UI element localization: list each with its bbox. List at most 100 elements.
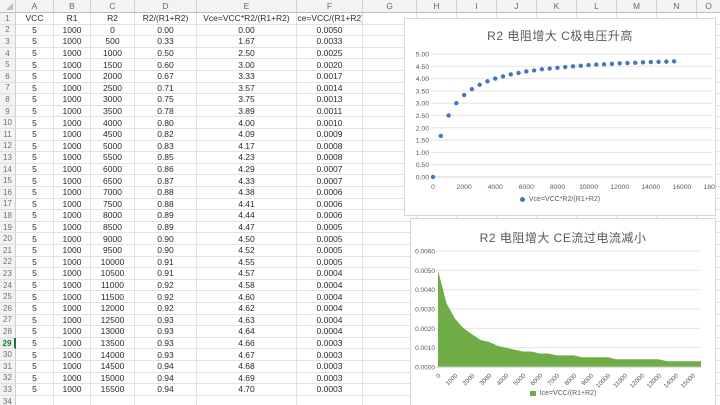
cell-F1[interactable]: Ice=VCC/(R1+R2) — [297, 13, 363, 25]
cell-B17[interactable]: 1000 — [54, 199, 91, 211]
cell-B23[interactable]: 1000 — [54, 268, 91, 280]
cell-C15[interactable]: 6500 — [91, 175, 135, 187]
row-header-2[interactable]: 2 — [0, 25, 16, 37]
cell-F13[interactable]: 0.0008 — [297, 152, 363, 164]
column-header-B[interactable]: B — [54, 0, 91, 13]
cell-E2[interactable]: 0.00 — [197, 25, 297, 37]
cell-D13[interactable]: 0.85 — [135, 152, 197, 164]
cell-B33[interactable]: 1000 — [54, 384, 91, 396]
cell-F24[interactable]: 0.0004 — [297, 280, 363, 292]
cell-B19[interactable]: 1000 — [54, 222, 91, 234]
cell-E21[interactable]: 4.52 — [197, 245, 297, 257]
cell-C17[interactable]: 7500 — [91, 199, 135, 211]
column-header-D[interactable]: D — [135, 0, 197, 13]
cell-C33[interactable]: 15500 — [91, 384, 135, 396]
column-header-K[interactable]: K — [537, 0, 577, 13]
cell-F16[interactable]: 0.0006 — [297, 187, 363, 199]
cell-E3[interactable]: 1.67 — [197, 36, 297, 48]
cell-D23[interactable]: 0.91 — [135, 268, 197, 280]
cell-F4[interactable]: 0.0025 — [297, 48, 363, 60]
cell-D8[interactable]: 0.75 — [135, 94, 197, 106]
column-header-I[interactable]: I — [457, 0, 497, 13]
cell-E18[interactable]: 4.44 — [197, 210, 297, 222]
cell-D34[interactable] — [135, 396, 197, 405]
cell-E24[interactable]: 4.58 — [197, 280, 297, 292]
row-header-12[interactable]: 12 — [0, 141, 16, 153]
cell-F11[interactable]: 0.0009 — [297, 129, 363, 141]
cell-F22[interactable]: 0.0005 — [297, 257, 363, 269]
cell-D22[interactable]: 0.91 — [135, 257, 197, 269]
cell-F8[interactable]: 0.0013 — [297, 94, 363, 106]
column-header-J[interactable]: J — [497, 0, 537, 13]
cell-C29[interactable]: 13500 — [91, 338, 135, 350]
cell-D10[interactable]: 0.80 — [135, 117, 197, 129]
cell-E6[interactable]: 3.33 — [197, 71, 297, 83]
cell-G22[interactable] — [363, 257, 417, 269]
cell-E28[interactable]: 4.64 — [197, 326, 297, 338]
cell-E34[interactable] — [197, 396, 297, 405]
cell-C14[interactable]: 6000 — [91, 164, 135, 176]
cell-G25[interactable] — [363, 291, 417, 303]
cell-D33[interactable]: 0.94 — [135, 384, 197, 396]
cell-G19[interactable] — [363, 222, 417, 234]
cell-D3[interactable]: 0.33 — [135, 36, 197, 48]
cell-F9[interactable]: 0.0011 — [297, 106, 363, 118]
cell-F28[interactable]: 0.0004 — [297, 326, 363, 338]
cell-G24[interactable] — [363, 280, 417, 292]
cell-C19[interactable]: 8500 — [91, 222, 135, 234]
cell-E31[interactable]: 4.68 — [197, 361, 297, 373]
row-header-5[interactable]: 5 — [0, 59, 16, 71]
column-header-F[interactable]: F — [297, 0, 363, 13]
cell-E25[interactable]: 4.60 — [197, 291, 297, 303]
cell-A2[interactable]: 5 — [16, 25, 54, 37]
cell-A6[interactable]: 5 — [16, 71, 54, 83]
cell-C23[interactable]: 10500 — [91, 268, 135, 280]
row-header-10[interactable]: 10 — [0, 117, 16, 129]
cell-D27[interactable]: 0.93 — [135, 315, 197, 327]
cell-D7[interactable]: 0.71 — [135, 83, 197, 95]
cell-B1[interactable]: R1 — [54, 13, 91, 25]
cell-G30[interactable] — [363, 349, 417, 361]
cell-B25[interactable]: 1000 — [54, 291, 91, 303]
cell-D24[interactable]: 0.92 — [135, 280, 197, 292]
cell-B34[interactable] — [54, 396, 91, 405]
row-header-25[interactable]: 25 — [0, 291, 16, 303]
cell-F34[interactable] — [297, 396, 363, 405]
cell-A4[interactable]: 5 — [16, 48, 54, 60]
cell-E30[interactable]: 4.67 — [197, 349, 297, 361]
row-header-26[interactable]: 26 — [0, 303, 16, 315]
cell-C34[interactable] — [91, 396, 135, 405]
row-header-1[interactable]: 1 — [0, 13, 16, 25]
cell-A22[interactable]: 5 — [16, 257, 54, 269]
row-header-11[interactable]: 11 — [0, 129, 16, 141]
cell-B12[interactable]: 1000 — [54, 141, 91, 153]
row-header-22[interactable]: 22 — [0, 257, 16, 269]
row-header-30[interactable]: 30 — [0, 349, 16, 361]
ice-area-chart[interactable]: R2 电阻增大 CE流过电流减小 0.00000.00100.00200.003… — [410, 218, 716, 405]
cell-F3[interactable]: 0.0033 — [297, 36, 363, 48]
column-header-O[interactable]: O — [697, 0, 720, 13]
cell-C30[interactable]: 14000 — [91, 349, 135, 361]
cell-D6[interactable]: 0.67 — [135, 71, 197, 83]
row-header-8[interactable]: 8 — [0, 94, 16, 106]
cell-G21[interactable] — [363, 245, 417, 257]
cell-C28[interactable]: 13000 — [91, 326, 135, 338]
cell-A5[interactable]: 5 — [16, 59, 54, 71]
cell-A9[interactable]: 5 — [16, 106, 54, 118]
cell-C26[interactable]: 12000 — [91, 303, 135, 315]
cell-G34[interactable] — [363, 396, 417, 405]
cell-F17[interactable]: 0.0006 — [297, 199, 363, 211]
row-header-34[interactable]: 34 — [0, 396, 16, 405]
cell-F23[interactable]: 0.0004 — [297, 268, 363, 280]
cell-B28[interactable]: 1000 — [54, 326, 91, 338]
cell-B2[interactable]: 1000 — [54, 25, 91, 37]
cell-D20[interactable]: 0.90 — [135, 233, 197, 245]
cell-E14[interactable]: 4.29 — [197, 164, 297, 176]
cell-E22[interactable]: 4.55 — [197, 257, 297, 269]
cell-F26[interactable]: 0.0004 — [297, 303, 363, 315]
cell-C24[interactable]: 11000 — [91, 280, 135, 292]
cell-C27[interactable]: 12500 — [91, 315, 135, 327]
row-header-9[interactable]: 9 — [0, 106, 16, 118]
cell-C18[interactable]: 8000 — [91, 210, 135, 222]
cell-A27[interactable]: 5 — [16, 315, 54, 327]
